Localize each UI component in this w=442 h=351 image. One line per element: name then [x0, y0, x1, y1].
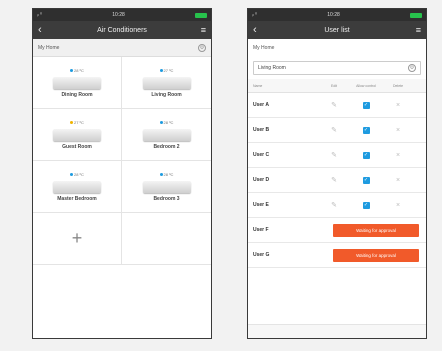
allow-control-checkbox[interactable]: ✓: [362, 126, 370, 134]
user-row: User D ✎ ✓ ×: [248, 168, 426, 193]
user-name: User C: [253, 152, 270, 158]
page-title: User list: [324, 26, 350, 34]
column-header-name: Name: [253, 83, 263, 88]
room-grid: 28 ºC Dining Room 27 ºC Living Room 27 º…: [33, 57, 211, 265]
room-temperature: 28 ºC: [159, 120, 173, 125]
phone-screen-user-list: ᵢₗ ⁰ 10:28 ‹ User list ≡ My Home Living …: [247, 8, 427, 339]
phone-screen-air-conditioners: ᵢₗ ⁰ 10:28 ‹ Air Conditioners ≡ My Home …: [32, 8, 212, 339]
air-conditioner-icon: [142, 128, 191, 141]
menu-icon[interactable]: ≡: [411, 25, 421, 35]
edit-pencil-icon[interactable]: ✎: [319, 176, 349, 184]
back-arrow-icon[interactable]: ‹: [253, 24, 263, 36]
air-conditioner-icon: [53, 128, 101, 141]
room-name: Living Room: [258, 65, 286, 71]
room-tile-living-room[interactable]: 27 ºC Living Room: [122, 57, 211, 109]
edit-pencil-icon[interactable]: ✎: [319, 101, 349, 109]
add-room-tile[interactable]: +: [33, 213, 122, 265]
waiting-for-approval-button[interactable]: Waiting for approval: [333, 248, 419, 262]
status-dot: [159, 120, 163, 124]
delete-x-icon[interactable]: ×: [383, 177, 413, 184]
allow-control-checkbox[interactable]: ✓: [362, 201, 370, 209]
user-table-header: Name Edit Allow control Delete: [248, 79, 426, 93]
status-bar: ᵢₗ ⁰ 10:28: [33, 9, 211, 21]
room-temperature: 28 ºC: [70, 68, 84, 73]
room-temperature: 27 ºC: [70, 120, 84, 125]
room-label: Dining Room: [61, 91, 93, 98]
edit-pencil-icon[interactable]: ✎: [319, 201, 349, 209]
room-tile-bedroom-2[interactable]: 28 ºC Bedroom 2: [122, 109, 211, 161]
room-temperature: 27 ºC: [159, 68, 173, 73]
home-name: My Home: [253, 45, 275, 51]
allow-control-checkbox[interactable]: ✓: [362, 176, 370, 184]
signal-indicator: ᵢₗ ⁰: [252, 12, 258, 18]
bottom-bar: [248, 324, 426, 338]
user-row: User B ✎ ✓ ×: [248, 118, 426, 143]
room-label: Master Bedroom: [57, 195, 97, 202]
empty-tile: [122, 213, 211, 265]
status-dot: [70, 172, 74, 176]
user-name: User G: [253, 252, 270, 258]
status-dot: [70, 68, 74, 72]
status-dot: [70, 120, 74, 124]
room-tile-guest-room[interactable]: 27 ºC Guest Room: [33, 109, 122, 161]
user-row: User C ✎ ✓ ×: [248, 143, 426, 168]
room-label: Guest Room: [62, 143, 92, 150]
room-tile-master-bedroom[interactable]: 28 ºC Master Bedroom: [33, 161, 122, 213]
title-bar: ‹ Air Conditioners ≡: [33, 21, 211, 39]
room-label: Bedroom 2: [153, 143, 180, 150]
pending-user-row: User F Waiting for approval: [248, 218, 426, 243]
user-name: User E: [253, 202, 269, 208]
status-time: 10:28: [327, 12, 340, 18]
home-selector[interactable]: My Home ⚙: [33, 39, 211, 57]
settings-icon[interactable]: ⚙: [408, 64, 416, 72]
add-icon[interactable]: +: [72, 228, 83, 249]
status-dot: [159, 172, 163, 176]
column-header-delete: Delete: [392, 83, 404, 88]
menu-icon[interactable]: ≡: [196, 25, 206, 35]
edit-pencil-icon[interactable]: ✎: [319, 126, 349, 134]
room-selector[interactable]: Living Room ⚙: [253, 61, 421, 75]
status-time: 10:28: [112, 12, 125, 18]
battery-icon: [410, 12, 422, 18]
waiting-for-approval-button[interactable]: Waiting for approval: [333, 223, 419, 237]
allow-control-checkbox[interactable]: ✓: [362, 151, 370, 159]
air-conditioner-icon: [53, 76, 101, 89]
user-name: User D: [253, 177, 270, 183]
user-row: User A ✎ ✓ ×: [248, 93, 426, 118]
user-row: User E ✎ ✓ ×: [248, 193, 426, 218]
home-label-row: My Home: [248, 39, 426, 57]
air-conditioner-icon: [53, 180, 101, 193]
column-header-allow: Allow control: [356, 83, 376, 88]
air-conditioner-icon: [142, 76, 191, 89]
battery-icon: [195, 12, 207, 18]
home-name: My Home: [38, 44, 60, 51]
room-temperature: 28 ºC: [70, 172, 84, 177]
signal-indicator: ᵢₗ ⁰: [37, 12, 43, 18]
settings-icon[interactable]: ⚙: [198, 43, 206, 52]
delete-x-icon[interactable]: ×: [383, 152, 413, 159]
delete-x-icon[interactable]: ×: [383, 202, 413, 209]
user-name: User F: [253, 227, 269, 233]
page-title: Air Conditioners: [97, 26, 147, 34]
status-dot: [159, 68, 163, 72]
room-tile-bedroom-3[interactable]: 28 ºC Bedroom 3: [122, 161, 211, 213]
delete-x-icon[interactable]: ×: [383, 127, 413, 134]
delete-x-icon[interactable]: ×: [383, 102, 413, 109]
user-name: User B: [253, 127, 270, 133]
back-arrow-icon[interactable]: ‹: [38, 24, 48, 36]
room-label: Living Room: [151, 91, 182, 98]
pending-user-row: User G Waiting for approval: [248, 243, 426, 268]
edit-pencil-icon[interactable]: ✎: [319, 151, 349, 159]
user-name: User A: [253, 102, 269, 108]
room-tile-dining-room[interactable]: 28 ºC Dining Room: [33, 57, 122, 109]
title-bar: ‹ User list ≡: [248, 21, 426, 39]
room-temperature: 28 ºC: [159, 172, 173, 177]
air-conditioner-icon: [142, 180, 191, 193]
allow-control-checkbox[interactable]: ✓: [362, 101, 370, 109]
room-label: Bedroom 3: [153, 195, 180, 202]
column-header-edit: Edit: [330, 83, 338, 88]
status-bar: ᵢₗ ⁰ 10:28: [248, 9, 426, 21]
